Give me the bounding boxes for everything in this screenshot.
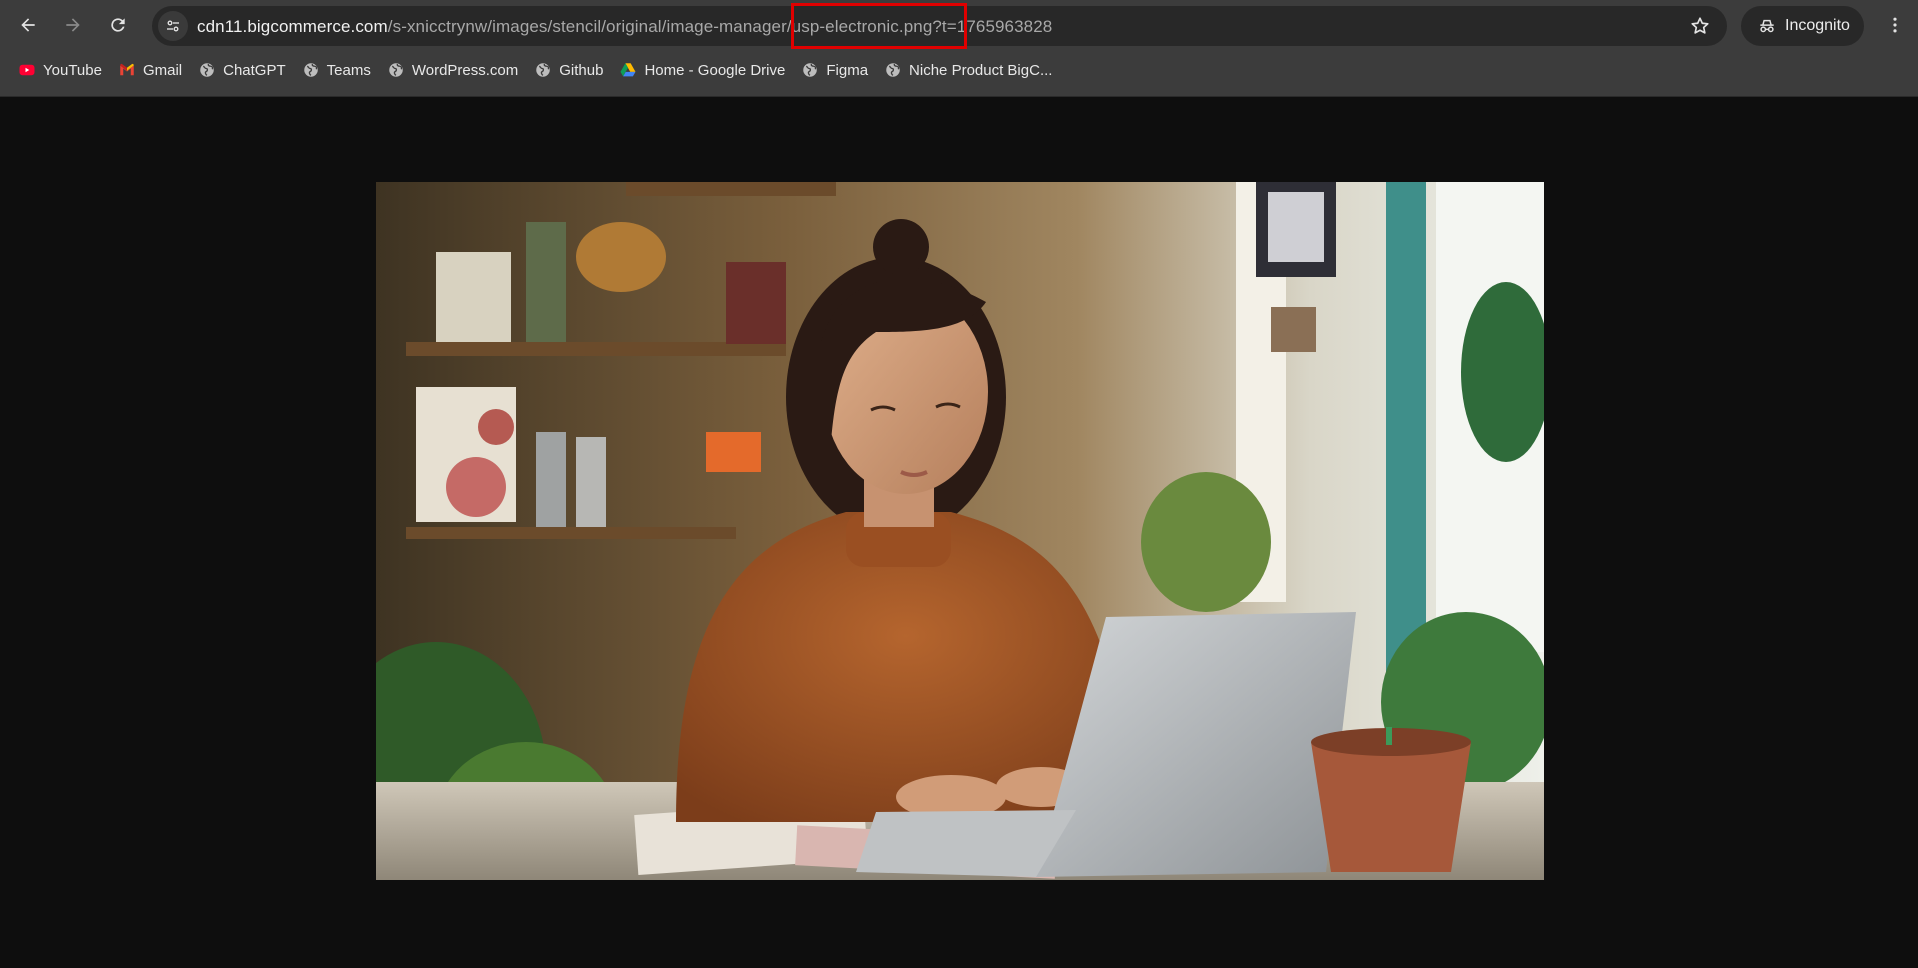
bookmark-chatgpt[interactable]: ChatGPT [190, 58, 294, 82]
reload-button[interactable] [101, 8, 135, 42]
site-info-button[interactable] [158, 11, 188, 41]
reload-icon [111, 18, 125, 32]
forward-button[interactable] [56, 8, 90, 42]
bookmark-youtube[interactable]: YouTube [10, 58, 110, 82]
bookmark-label: Gmail [142, 61, 183, 79]
bookmark-label: YouTube [43, 61, 102, 79]
gmail-icon [120, 63, 134, 76]
incognito-button[interactable]: Incognito [1741, 6, 1864, 46]
globe-icon [803, 63, 818, 77]
incognito-label: Incognito [1785, 17, 1850, 34]
bookmark-github[interactable]: Github [526, 58, 611, 82]
forward-arrow-icon [66, 18, 80, 32]
bookmark-wordpress[interactable]: WordPress.com [379, 58, 526, 82]
bookmark-label: Github [559, 61, 604, 79]
globe-icon [303, 63, 318, 77]
bookmark-label: Home - Google Drive [644, 61, 786, 79]
bookmark-label: Figma [826, 61, 869, 79]
bookmark-label: WordPress.com [411, 61, 519, 79]
tune-icon [167, 20, 179, 32]
back-button[interactable] [11, 8, 45, 42]
bookmarks-bar: YouTube Gmail ChatGPT Teams WordPress.co… [10, 57, 1060, 83]
bookmark-figma[interactable]: Figma [793, 58, 876, 82]
url-highlight-annotation [791, 3, 967, 49]
url-host: cdn11.bigcommerce.com [197, 17, 388, 36]
globe-icon [886, 63, 900, 77]
bookmark-label: Niche Product BigC... [909, 61, 1053, 79]
kebab-menu-icon [1893, 17, 1897, 33]
bookmark-gmail[interactable]: Gmail [110, 58, 190, 82]
google-drive-icon [620, 63, 636, 77]
incognito-icon [1760, 19, 1774, 33]
bookmark-google-drive[interactable]: Home - Google Drive [611, 58, 793, 82]
browser-toolbar: cdn11.bigcommerce.com/s-xnicctrynw/image… [0, 0, 1918, 97]
globe-icon [200, 63, 214, 77]
bookmark-star-icon[interactable] [1689, 15, 1711, 37]
bookmark-label: ChatGPT [223, 61, 286, 79]
bookmark-label: Teams [326, 61, 371, 79]
globe-icon [389, 63, 403, 77]
bookmark-teams[interactable]: Teams [294, 58, 379, 82]
product-image[interactable] [376, 182, 1544, 880]
globe-icon [536, 63, 551, 77]
bookmark-niche-product[interactable]: Niche Product BigC... [876, 58, 1060, 82]
youtube-icon [19, 64, 35, 76]
woman-with-laptop-photo [376, 182, 1544, 880]
browser-menu-button[interactable] [1880, 8, 1910, 42]
back-arrow-icon [21, 18, 35, 32]
